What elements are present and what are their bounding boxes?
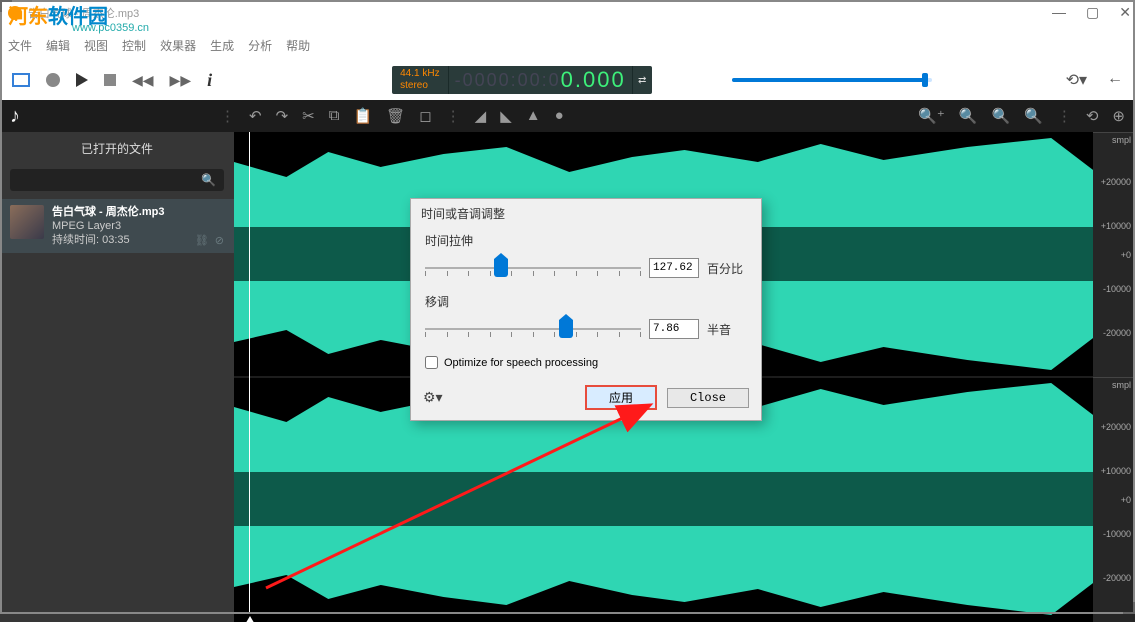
sidebar-header: 已打开的文件 bbox=[0, 132, 234, 165]
menu-bar: 文件 编辑 视图 控制 效果器 生成 分析 帮助 bbox=[0, 34, 1135, 56]
marker-button[interactable]: ● bbox=[555, 107, 564, 125]
forward-button[interactable]: ▶▶ bbox=[170, 72, 192, 89]
dialog-title: 时间或音调调整 bbox=[411, 199, 761, 232]
counter-toggle[interactable]: ⇄ bbox=[632, 66, 652, 94]
search-input[interactable]: 🔍 bbox=[10, 169, 224, 191]
fade-out-button[interactable]: ◣ bbox=[500, 107, 512, 125]
optimize-speech-label: Optimize for speech processing bbox=[444, 357, 598, 369]
pitch-label: 移调 bbox=[411, 293, 761, 314]
info-button[interactable]: i bbox=[207, 70, 212, 91]
optimize-speech-checkbox[interactable] bbox=[425, 356, 438, 369]
close-button[interactable]: ✕ bbox=[1119, 4, 1131, 21]
menu-analyze[interactable]: 分析 bbox=[248, 37, 272, 54]
menu-file[interactable]: 文件 bbox=[8, 37, 32, 54]
counter-bright: 0.000 bbox=[561, 67, 626, 93]
file-name: 告白气球 - 周杰伦.mp3 bbox=[52, 205, 164, 219]
counter-freq: 44.1 kHz bbox=[400, 68, 439, 80]
history-button[interactable]: ⟲▾ bbox=[1066, 70, 1087, 90]
fade-in-button[interactable]: ◢ bbox=[475, 107, 487, 125]
close-dialog-button[interactable]: Close bbox=[667, 388, 749, 408]
stop-button[interactable] bbox=[104, 74, 116, 86]
maximize-button[interactable]: ▢ bbox=[1086, 4, 1099, 21]
menu-edit[interactable]: 编辑 bbox=[46, 37, 70, 54]
cut-button[interactable]: ✂ bbox=[302, 107, 315, 125]
titlebar: 告白气球 - 周杰伦.mp3 河东软件园 www.pc0359.cn — ▢ ✕ bbox=[0, 0, 1135, 26]
stretch-unit: 百分比 bbox=[707, 260, 747, 277]
time-counter: 44.1 kHz stereo -0000:00:0 0.000 ⇄ bbox=[392, 66, 652, 94]
music-note-icon: ♪ bbox=[10, 105, 20, 128]
rewind-button[interactable]: ◀◀ bbox=[132, 72, 154, 89]
normalize-button[interactable]: ▲ bbox=[526, 107, 541, 125]
pitch-slider[interactable] bbox=[425, 318, 641, 340]
zoom-in-button[interactable]: 🔍⁺ bbox=[918, 107, 945, 125]
volume-slider[interactable] bbox=[732, 78, 932, 82]
file-duration: 持续时间: 03:35 bbox=[52, 233, 164, 247]
crop-button[interactable]: ◻ bbox=[419, 107, 431, 125]
copy-button[interactable]: ⧉ bbox=[329, 107, 340, 125]
edit-toolbar: ♪ ⋮ ↶ ↷ ✂ ⧉ 📋 🗑 ◻ ⋮ ◢ ◣ ▲ ● 🔍⁺ 🔍 🔍 🔍 ⋮ ⟲… bbox=[0, 100, 1135, 132]
menu-control[interactable]: 控制 bbox=[122, 37, 146, 54]
zoom-sel-button[interactable]: 🔍 bbox=[1024, 107, 1043, 125]
redo-button[interactable]: ↷ bbox=[276, 107, 289, 125]
zoom-out-button[interactable]: 🔍 bbox=[959, 107, 978, 125]
menu-help[interactable]: 帮助 bbox=[286, 37, 310, 54]
file-list-item[interactable]: 告白气球 - 周杰伦.mp3 MPEG Layer3 持续时间: 03:35 ⛓… bbox=[0, 199, 234, 253]
snap-button[interactable]: ⊕ bbox=[1112, 107, 1125, 125]
apply-button[interactable]: 应用 bbox=[585, 385, 657, 410]
pitch-unit: 半音 bbox=[707, 321, 747, 338]
search-icon: 🔍 bbox=[201, 173, 216, 187]
loop-button[interactable]: ⟲ bbox=[1086, 107, 1099, 125]
menu-generate[interactable]: 生成 bbox=[210, 37, 234, 54]
minimize-button[interactable]: — bbox=[1052, 4, 1066, 21]
back-button[interactable]: ← bbox=[1107, 70, 1123, 90]
stretch-label: 时间拉伸 bbox=[411, 232, 761, 253]
menu-view[interactable]: 视图 bbox=[84, 37, 108, 54]
amplitude-ruler: smpl +20000 +10000 +0 -10000 -20000 smpl… bbox=[1093, 132, 1135, 622]
link-icon: ⛓ bbox=[195, 234, 209, 247]
pitch-value-input[interactable] bbox=[649, 319, 699, 339]
stretch-value-input[interactable] bbox=[649, 258, 699, 278]
playhead-marker[interactable] bbox=[244, 616, 256, 626]
play-button[interactable] bbox=[76, 73, 88, 87]
playhead-line[interactable] bbox=[249, 132, 250, 614]
selection-tool[interactable] bbox=[12, 73, 30, 87]
transport-toolbar: ◀◀ ▶▶ i 44.1 kHz stereo -0000:00:0 0.000… bbox=[0, 60, 1135, 100]
menu-effects[interactable]: 效果器 bbox=[160, 37, 196, 54]
file-thumbnail bbox=[10, 205, 44, 239]
undo-button[interactable]: ↶ bbox=[249, 107, 262, 125]
delete-button[interactable]: 🗑 bbox=[386, 107, 405, 125]
counter-dim: -0000:00:0 bbox=[455, 70, 561, 91]
zoom-fit-button[interactable]: 🔍 bbox=[991, 107, 1010, 125]
record-button[interactable] bbox=[46, 73, 60, 87]
file-codec: MPEG Layer3 bbox=[52, 219, 164, 233]
sidebar: 已打开的文件 🔍 告白气球 - 周杰伦.mp3 MPEG Layer3 持续时间… bbox=[0, 132, 234, 622]
gear-icon[interactable]: ⚙▾ bbox=[423, 389, 443, 406]
paste-button[interactable]: 📋 bbox=[353, 107, 372, 125]
time-pitch-dialog: 时间或音调调整 时间拉伸 百分比 移调 半音 Optimize for spee… bbox=[410, 198, 762, 421]
close-file-icon[interactable]: ⊘ bbox=[215, 234, 224, 247]
watermark-url: www.pc0359.cn bbox=[72, 22, 149, 34]
stretch-slider[interactable] bbox=[425, 257, 641, 279]
counter-channels: stereo bbox=[400, 80, 439, 92]
